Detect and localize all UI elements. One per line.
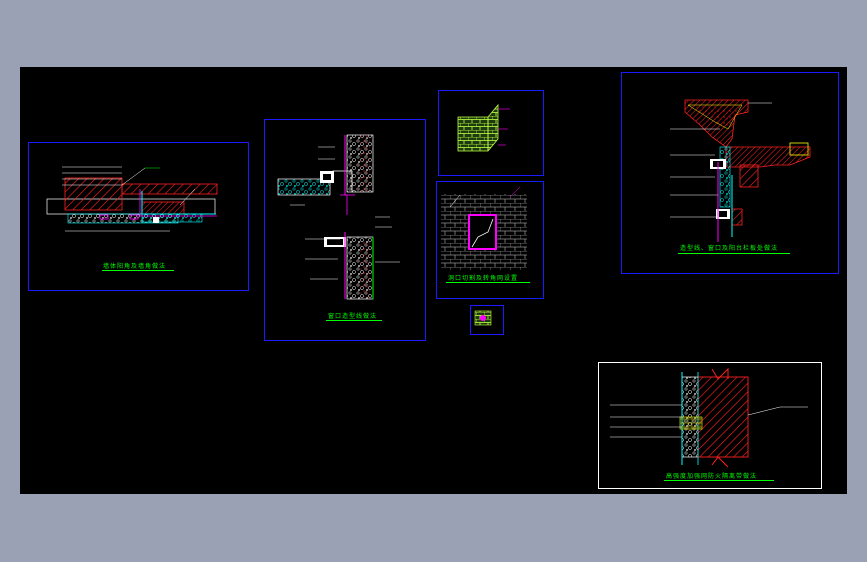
detail-frame-fire-barrier[interactable] [598, 362, 822, 489]
caption-underline [326, 320, 382, 321]
caption-underline [446, 282, 530, 283]
caption-underline [678, 253, 790, 254]
detail-frame-corner-mesh[interactable] [438, 90, 544, 176]
caption-underline [102, 270, 174, 271]
detail-caption-window-line: 窗口造型线做法 [328, 313, 378, 320]
detail-caption-opening-mesh: 洞口切割及转角网设置 [448, 275, 519, 282]
caption-underline [664, 480, 774, 481]
detail-caption-wall-corner: 墙体阳角及墙角做法 [103, 263, 167, 270]
cad-drawing-canvas[interactable]: 墙体阳角及墙角做法 窗口造型线做法 洞口切割及转角网设置 造型线、窗口及阳台栏板… [20, 67, 847, 494]
detail-frame-window-line[interactable] [264, 119, 426, 341]
detail-caption-fire-barrier: 高强度加强网防火隔离带做法 [666, 473, 758, 480]
detail-caption-balcony: 造型线、窗口及阳台栏板处做法 [680, 245, 779, 252]
detail-frame-small-symbol[interactable] [470, 305, 504, 335]
